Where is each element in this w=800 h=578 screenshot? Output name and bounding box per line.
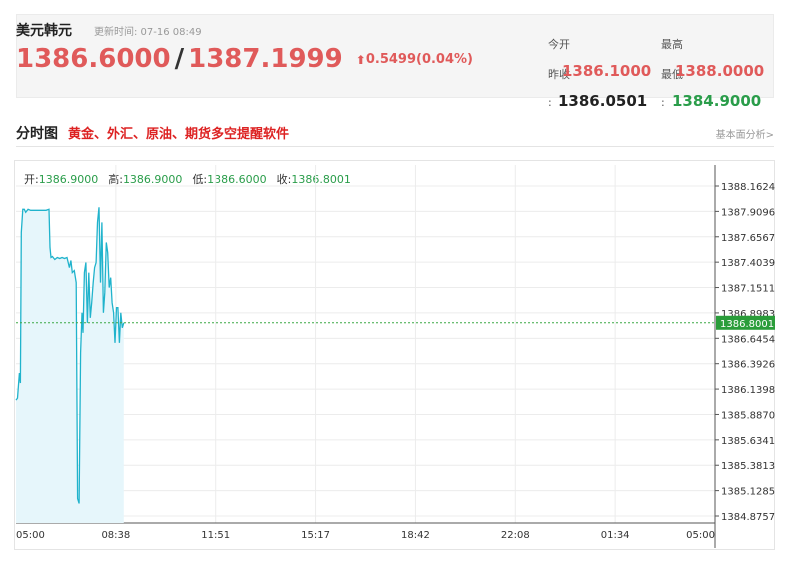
x-tick-label: 08:38	[101, 530, 130, 541]
y-tick-label: 1387.1511	[721, 284, 775, 295]
y-tick-label: 1385.8870	[721, 410, 775, 421]
intraday-chart[interactable]: 05:00 08:38 11:51 15:17 18:42 22:08 01:34 05:00…	[0, 0, 800, 578]
page: 美元韩元 更新时间: 07-16 08:49 1386.6000/1387.19…	[0, 0, 800, 578]
y-tick-label: 1387.9096	[721, 207, 775, 218]
y-tick-label: 1385.1285	[721, 487, 775, 498]
x-tick-label: 01:34	[601, 530, 630, 541]
y-tick-label: 1386.6454	[721, 334, 775, 345]
y-tick-label: 1388.1624	[721, 182, 775, 193]
x-tick-label: 05:00	[16, 530, 45, 541]
x-tick-label: 22:08	[501, 530, 530, 541]
x-tick-label: 11:51	[201, 530, 230, 541]
y-tick-label: 1385.3813	[721, 461, 775, 472]
x-tick-label: 05:00	[686, 530, 715, 541]
reference-tag-label: 1386.8001	[720, 319, 774, 330]
y-tick-label: 1384.8757	[721, 512, 775, 523]
y-tick-label: 1386.1398	[721, 385, 775, 396]
y-tick-label: 1386.3926	[721, 360, 775, 371]
x-tick-label: 15:17	[301, 530, 330, 541]
y-tick-label: 1385.6341	[721, 436, 775, 447]
x-tick-label: 18:42	[401, 530, 430, 541]
y-tick-label: 1387.6567	[721, 233, 775, 244]
y-tick-label: 1387.4039	[721, 258, 775, 269]
